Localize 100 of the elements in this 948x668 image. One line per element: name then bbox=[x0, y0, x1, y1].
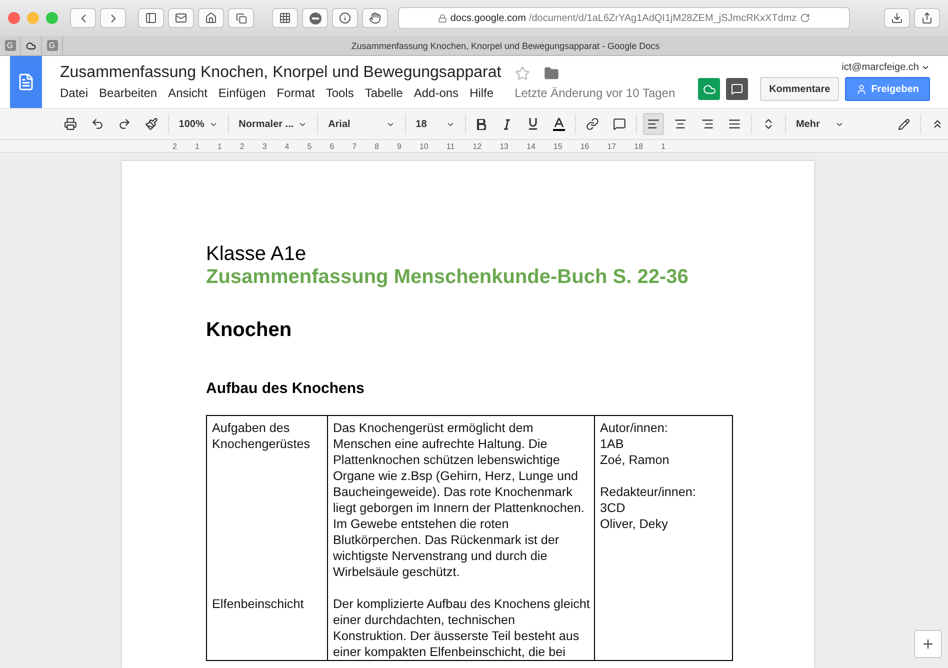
table-cell-text: Oliver, Deky bbox=[600, 516, 669, 532]
size-dropdown[interactable]: 18 bbox=[412, 113, 459, 135]
pinned-tab[interactable]: G bbox=[0, 36, 21, 55]
subtitle: Zusammenfassung Menschenkunde-Buch S. 22-36 bbox=[206, 266, 690, 289]
lock-icon bbox=[438, 14, 448, 22]
info-button[interactable] bbox=[332, 8, 358, 28]
comment-icon bbox=[613, 117, 626, 131]
address-field[interactable]: docs.google.com /document/d/1aL6ZrYAg1AdQI1jM28ZEM_jSJmcRKxXTdmz bbox=[398, 7, 850, 29]
menu-item[interactable]: Format bbox=[276, 86, 315, 100]
subheading: Aufbau des Knochens bbox=[206, 380, 366, 397]
folder-icon[interactable] bbox=[544, 66, 560, 80]
menu-item[interactable]: Tools bbox=[326, 86, 354, 100]
document-title[interactable]: Zusammenfassung Knochen, Knorpel und Bewegungsapparat bbox=[60, 64, 502, 82]
plus-icon bbox=[921, 637, 935, 651]
home-button[interactable] bbox=[198, 8, 224, 28]
table-cell-text: Redakteur/innen: bbox=[600, 484, 697, 500]
table-cell-text: 1AB bbox=[600, 436, 625, 452]
download-icon bbox=[891, 12, 903, 24]
comment-button[interactable] bbox=[726, 78, 748, 100]
ruler-number: 11 bbox=[446, 142, 455, 150]
print-icon bbox=[64, 117, 77, 131]
ruler-number: 16 bbox=[580, 142, 590, 150]
tabs-button[interactable] bbox=[228, 8, 254, 28]
stop-sign-icon bbox=[308, 12, 322, 24]
docs-logo[interactable] bbox=[10, 56, 42, 108]
text-color-icon bbox=[553, 118, 566, 130]
sidebar-icon bbox=[145, 12, 157, 24]
table-cell-text: Autor/innen: bbox=[600, 420, 669, 436]
ruler-number: 17 bbox=[607, 142, 616, 150]
pinned-tab[interactable]: G bbox=[42, 36, 63, 55]
comments-button[interactable]: Kommentare bbox=[760, 77, 840, 101]
menu-item[interactable]: Tabelle bbox=[364, 86, 403, 100]
undo-icon bbox=[90, 117, 104, 131]
ruler-number: 14 bbox=[526, 142, 536, 150]
comment-icon bbox=[731, 83, 744, 95]
zoom-dropdown[interactable]: 100% bbox=[174, 113, 222, 135]
style-dropdown[interactable]: Normaler ... bbox=[234, 113, 312, 135]
caret-icon[interactable] bbox=[921, 63, 930, 72]
ruler-number: 2 bbox=[240, 142, 244, 150]
heading: Knochen bbox=[206, 319, 293, 342]
ruler-number: 15 bbox=[553, 142, 562, 150]
info-icon bbox=[339, 12, 351, 24]
share-button[interactable] bbox=[914, 8, 940, 28]
font-dropdown[interactable]: Arial bbox=[324, 113, 399, 135]
person-icon bbox=[856, 84, 868, 94]
ruler-number: 12 bbox=[472, 142, 482, 150]
share-icon bbox=[921, 12, 933, 24]
bold-icon bbox=[476, 118, 486, 130]
download-button[interactable] bbox=[884, 8, 910, 28]
account-email[interactable]: ict@marcfeige.ch bbox=[842, 62, 919, 73]
adblock-button[interactable] bbox=[302, 8, 328, 28]
hand-icon bbox=[369, 12, 381, 24]
table-cell: Aufgaben des Knochengerüstes bbox=[207, 416, 328, 596]
table-cell-text: 3CD bbox=[600, 500, 626, 516]
menu-item[interactable]: Datei bbox=[60, 86, 88, 100]
home-icon bbox=[205, 12, 217, 24]
ruler-number: 6 bbox=[330, 142, 334, 150]
menu-item[interactable]: Bearbeiten bbox=[99, 86, 158, 100]
address-path: /document/d/1aL6ZrYAg1AdQI1jM28ZEM_jSJmcRKxXTdmz bbox=[528, 12, 797, 24]
ruler-number: 3 bbox=[262, 142, 267, 150]
tabs-icon bbox=[236, 12, 246, 24]
grid-button[interactable] bbox=[272, 8, 298, 28]
last-edit-link[interactable]: Letzte Änderung vor 10 Tagen bbox=[514, 86, 676, 100]
ruler-number: 9 bbox=[397, 142, 402, 150]
grid-icon bbox=[279, 12, 291, 24]
mail-button[interactable] bbox=[168, 8, 194, 28]
more-dropdown[interactable]: Mehr bbox=[792, 113, 848, 135]
ruler-number: 4 bbox=[284, 142, 290, 150]
menu-item[interactable]: Add-ons bbox=[414, 86, 459, 100]
align-left-button[interactable] bbox=[643, 113, 664, 135]
g-icon: G bbox=[46, 40, 58, 51]
menu-item[interactable]: Ansicht bbox=[168, 86, 208, 100]
ruler-number: 2 bbox=[172, 142, 177, 150]
ruler-number: 8 bbox=[374, 142, 380, 150]
menu-item[interactable]: Hilfe bbox=[470, 86, 494, 100]
ruler-number: 10 bbox=[419, 142, 428, 150]
underline-icon bbox=[528, 118, 538, 130]
italic-icon bbox=[503, 118, 512, 130]
table-cell: Das Knochengerüst ermöglicht dem Menschen eine aufrechte Haltung. Die Plattenknochen schützen lebenswichtige Organe wie z.Bsp (Gehirn, Herz, Lunge und Baucheingeweide). Das rote Knochenmark liegt geborgen im Innern der Plattenknochen. Im Gewebe entstehen die roten Blutkörperchen. Das Rückenmark ist der wichtigste Nervenstrang und durch die Wirbelsäule geschützt. bbox=[328, 416, 595, 596]
menu-item[interactable]: Einfügen bbox=[218, 86, 266, 100]
star-icon[interactable] bbox=[515, 66, 530, 80]
align-center-icon bbox=[674, 117, 688, 131]
sidebar-button[interactable] bbox=[138, 8, 164, 28]
ruler-number: 7 bbox=[352, 142, 357, 150]
reload-icon bbox=[800, 13, 810, 23]
hand-button[interactable] bbox=[362, 8, 388, 28]
g-icon: G bbox=[4, 40, 16, 51]
pencil-icon bbox=[898, 118, 910, 130]
ruler-number: 1 bbox=[661, 142, 666, 150]
ruler-number: 1 bbox=[217, 142, 222, 150]
align-justify-icon bbox=[728, 117, 742, 131]
table-cell: Der komplizierte Aufbau des Knochens gleicht einer durchdachten, technischen Konstruktion. Der äusserste Teil besteht aus einer kompakten Elfenbeinschicht, die bei bbox=[328, 596, 595, 660]
table-cell-text: Zoé, Ramon bbox=[600, 452, 670, 468]
explore-button[interactable] bbox=[914, 630, 942, 658]
paint-roller-icon bbox=[144, 117, 158, 131]
align-right-icon bbox=[701, 117, 714, 131]
ruler-number: 5 bbox=[307, 142, 312, 150]
tab-title[interactable]: Zusammenfassung Knochen, Knorpel und Bewegungsapparat - Google Docs bbox=[63, 40, 948, 50]
class-line: Klasse A1e bbox=[206, 243, 308, 266]
redo-icon bbox=[118, 117, 131, 131]
